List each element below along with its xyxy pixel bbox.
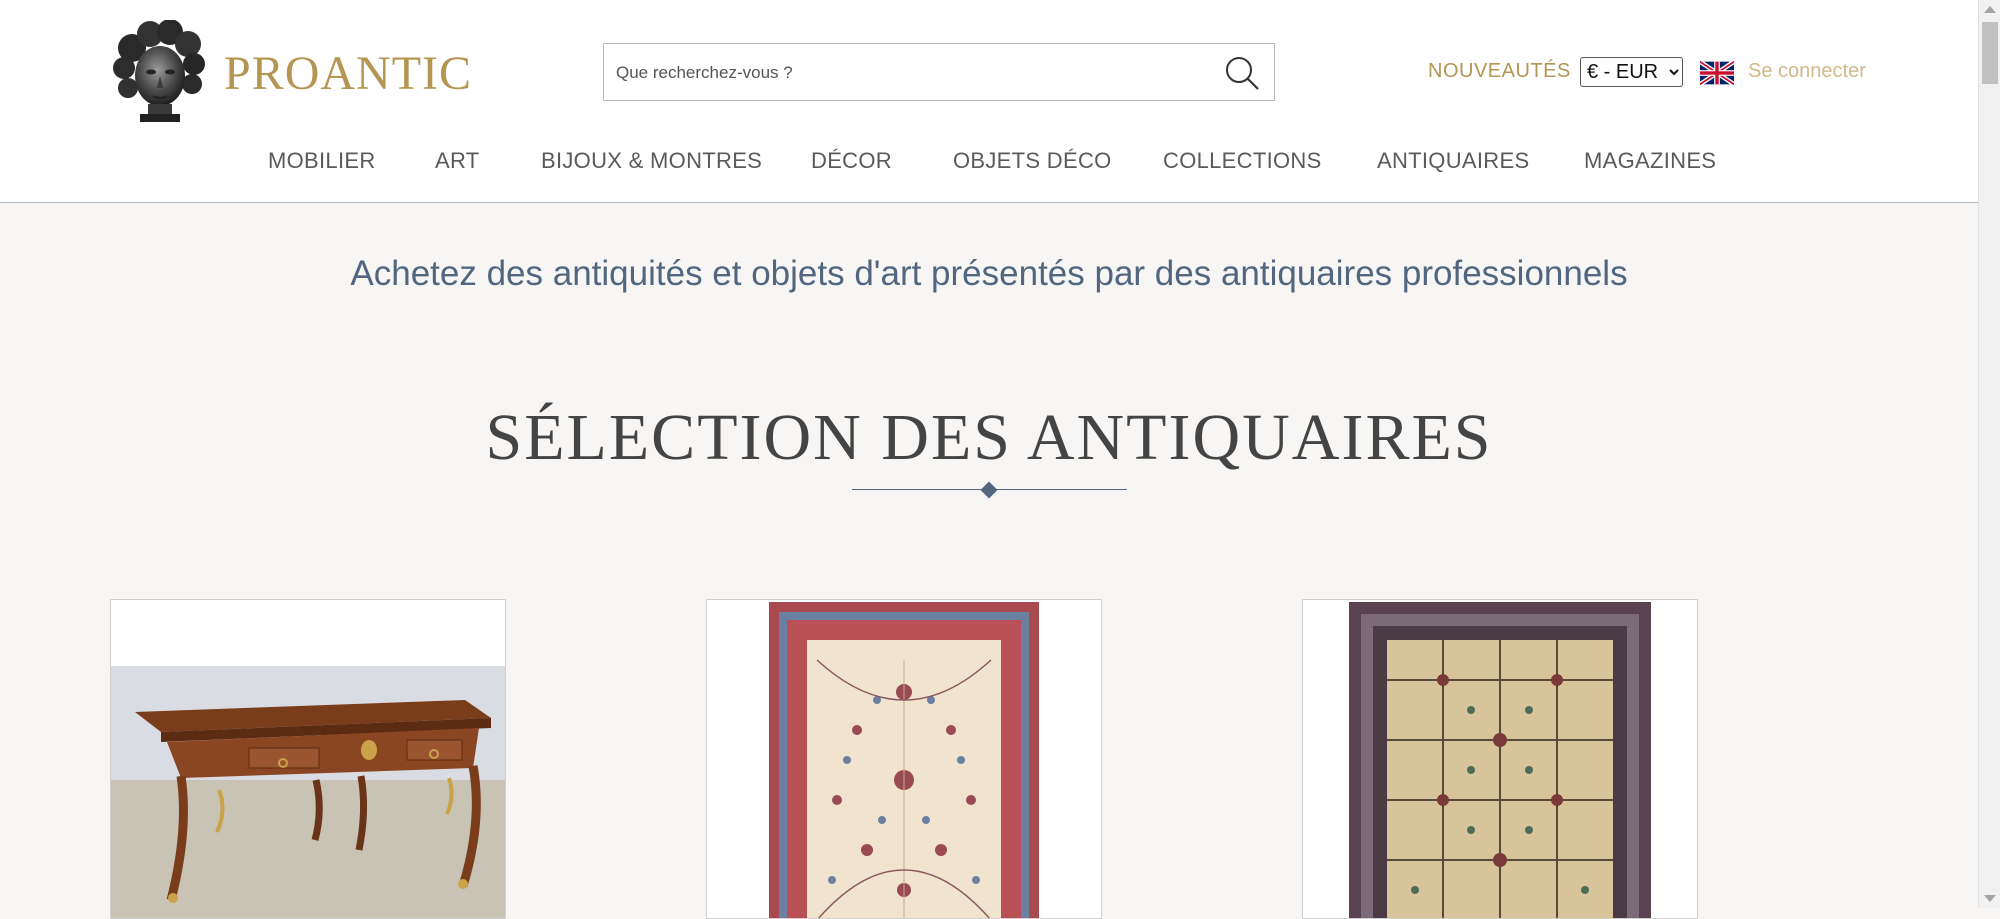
scroll-down-arrow-icon[interactable]	[1984, 895, 1996, 902]
main-nav: MOBILIER ART BIJOUX & MONTRES DÉCOR OBJE…	[0, 148, 1978, 178]
nav-item-objets-deco[interactable]: OBJETS DÉCO	[953, 148, 1112, 174]
new-items-link[interactable]: NOUVEAUTÉS	[1428, 60, 1571, 83]
currency-select[interactable]: € - EUR	[1580, 57, 1683, 87]
nav-item-bijoux-montres[interactable]: BIJOUX & MONTRES	[541, 148, 762, 174]
site-header: PROANTIC NOUVEAUTÉS € - EUR Se connecter…	[0, 0, 1978, 203]
search-button[interactable]	[1218, 50, 1264, 96]
uk-flag-icon	[1698, 59, 1736, 87]
login-link[interactable]: Se connecter	[1748, 60, 1866, 83]
page-scrollbar[interactable]	[1978, 0, 2000, 908]
tagline: Achetez des antiquités et objets d'art p…	[350, 254, 1628, 293]
product-card[interactable]	[706, 599, 1102, 919]
scroll-thumb[interactable]	[1982, 22, 1998, 84]
language-switch[interactable]	[1698, 59, 1736, 87]
search-icon	[1226, 57, 1259, 90]
persian-rug-image	[707, 600, 1101, 918]
logo-text[interactable]: PROANTIC	[224, 46, 472, 101]
antique-carpet-image	[1303, 600, 1697, 918]
writing-desk-image	[111, 600, 505, 918]
nav-item-mobilier[interactable]: MOBILIER	[268, 148, 376, 174]
search-input[interactable]	[614, 44, 1178, 102]
nav-item-decor[interactable]: DÉCOR	[811, 148, 892, 174]
product-card[interactable]	[110, 599, 506, 919]
section-title: SÉLECTION DES ANTIQUAIRES	[485, 401, 1493, 474]
nav-item-antiquaires[interactable]: ANTIQUAIRES	[1377, 148, 1529, 174]
search-box	[603, 43, 1275, 102]
title-diamond-ornament	[980, 481, 998, 499]
nav-item-magazines[interactable]: MAGAZINES	[1584, 148, 1716, 174]
scroll-up-arrow-icon[interactable]	[1984, 6, 1996, 13]
product-card[interactable]	[1302, 599, 1698, 919]
nav-item-art[interactable]: ART	[435, 148, 480, 174]
nav-item-collections[interactable]: COLLECTIONS	[1163, 148, 1322, 174]
logo-bust-icon[interactable]	[110, 19, 210, 122]
